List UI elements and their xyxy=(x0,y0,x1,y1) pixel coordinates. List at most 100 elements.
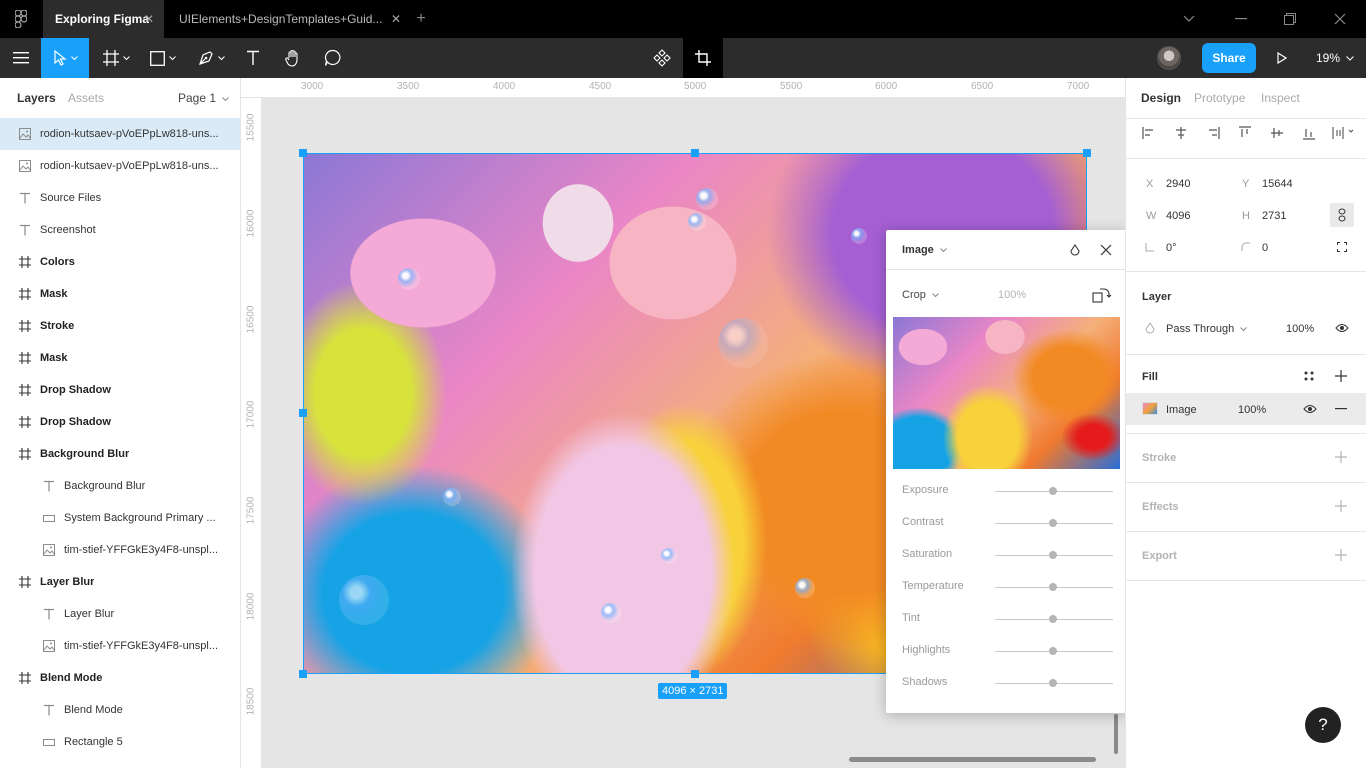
rotation-input[interactable]: 0° xyxy=(1166,242,1177,254)
independent-corners-icon[interactable] xyxy=(1336,241,1348,253)
close-icon[interactable] xyxy=(1099,243,1113,257)
eye-icon[interactable] xyxy=(1334,321,1350,335)
layer-item[interactable]: Background Blur xyxy=(0,470,240,502)
tab-inspect[interactable]: Inspect xyxy=(1261,91,1300,105)
align-right-icon[interactable] xyxy=(1206,126,1220,140)
horizontal-scrollbar[interactable] xyxy=(849,757,1096,762)
corner-radius-input[interactable]: 0 xyxy=(1262,242,1268,254)
layer-item[interactable]: Layer Blur xyxy=(0,598,240,630)
close-icon[interactable]: ✕ xyxy=(391,12,401,26)
layer-item[interactable]: tim-stief-YFFGkE3y4F8-unspl... xyxy=(0,630,240,662)
layer-item[interactable]: Stroke xyxy=(0,310,240,342)
layer-item[interactable]: Drop Shadow xyxy=(0,406,240,438)
resize-handle[interactable] xyxy=(299,670,307,678)
layer-item[interactable]: Colors xyxy=(0,246,240,278)
fill-opacity[interactable]: 100% xyxy=(1238,404,1266,416)
layer-item[interactable]: Blend Mode xyxy=(0,694,240,726)
share-button[interactable]: Share xyxy=(1202,43,1256,73)
image-thumbnail[interactable] xyxy=(893,317,1120,469)
layer-item[interactable]: rodion-kutsaev-pVoEPpLw818-uns... xyxy=(0,150,240,182)
slider-knob[interactable] xyxy=(1049,551,1057,559)
slider-knob[interactable] xyxy=(1049,583,1057,591)
remove-fill-icon[interactable] xyxy=(1334,402,1348,416)
style-icon[interactable] xyxy=(1068,243,1082,257)
close-window-icon[interactable] xyxy=(1316,0,1364,38)
resize-handle[interactable] xyxy=(1083,149,1091,157)
layer-item[interactable]: System Background Primary ... xyxy=(0,502,240,534)
slider-knob[interactable] xyxy=(1049,519,1057,527)
pen-tool[interactable] xyxy=(190,38,232,78)
frame-tool[interactable] xyxy=(95,38,137,78)
ruler-label: 4000 xyxy=(493,81,516,92)
help-button[interactable]: ? xyxy=(1305,707,1341,743)
chevron-down-icon[interactable] xyxy=(1165,0,1213,38)
rotate-icon[interactable] xyxy=(1091,285,1113,305)
hand-tool[interactable] xyxy=(277,38,309,78)
close-icon[interactable]: ✕ xyxy=(144,12,154,26)
resize-handle[interactable] xyxy=(691,149,699,157)
tab-prototype[interactable]: Prototype xyxy=(1194,91,1245,105)
x-input[interactable]: 2940 xyxy=(1166,178,1190,190)
image-type-dropdown[interactable]: Image xyxy=(902,244,947,256)
tab-layers[interactable]: Layers xyxy=(17,91,56,105)
text-tool[interactable] xyxy=(238,38,268,78)
minimize-icon[interactable] xyxy=(1217,0,1265,38)
add-effect-icon[interactable] xyxy=(1334,499,1348,513)
layer-item[interactable]: Drop Shadow xyxy=(0,374,240,406)
add-stroke-icon[interactable] xyxy=(1334,450,1348,464)
layer-item[interactable]: Background Blur xyxy=(0,438,240,470)
zoom-dropdown[interactable]: 19% xyxy=(1316,38,1354,78)
main-menu-icon[interactable] xyxy=(0,38,41,78)
h-input[interactable]: 2731 xyxy=(1262,210,1286,222)
slider-knob[interactable] xyxy=(1049,615,1057,623)
w-input[interactable]: 4096 xyxy=(1166,210,1190,222)
slider-knob[interactable] xyxy=(1049,647,1057,655)
resize-handle[interactable] xyxy=(691,670,699,678)
distribute-icon[interactable] xyxy=(1332,126,1354,140)
tab-assets[interactable]: Assets xyxy=(68,91,104,105)
align-left-icon[interactable] xyxy=(1142,126,1156,140)
blend-mode-dropdown[interactable]: Pass Through xyxy=(1166,323,1248,335)
layer-item[interactable]: Layer Blur xyxy=(0,566,240,598)
new-tab-button[interactable]: + xyxy=(410,0,432,38)
comment-tool[interactable] xyxy=(317,38,349,78)
y-input[interactable]: 15644 xyxy=(1262,178,1293,190)
add-fill-icon[interactable] xyxy=(1334,369,1348,383)
styles-grid-icon[interactable] xyxy=(1302,369,1316,383)
restore-icon[interactable] xyxy=(1266,0,1314,38)
constrain-proportions-icon[interactable] xyxy=(1330,203,1354,227)
image-fill-swatch[interactable] xyxy=(1142,402,1158,415)
move-tool[interactable] xyxy=(41,38,89,78)
align-top-icon[interactable] xyxy=(1238,126,1252,140)
add-export-icon[interactable] xyxy=(1334,548,1348,562)
components-tool[interactable] xyxy=(641,38,683,78)
crop-tool[interactable] xyxy=(683,38,723,78)
figma-menu-icon[interactable] xyxy=(0,0,42,38)
eye-icon[interactable] xyxy=(1302,402,1318,416)
crop-mode-dropdown[interactable]: Crop xyxy=(902,289,939,301)
slider-knob[interactable] xyxy=(1049,487,1057,495)
layer-item[interactable]: Mask xyxy=(0,342,240,374)
rectangle-tool[interactable] xyxy=(142,38,184,78)
tab-exploring-figma[interactable]: Exploring Figma ✕ xyxy=(43,0,164,38)
layer-item[interactable]: rodion-kutsaev-pVoEPpLw818-uns... xyxy=(0,118,240,150)
layer-opacity[interactable]: 100% xyxy=(1286,323,1314,335)
align-center-h-icon[interactable] xyxy=(1174,126,1188,140)
resize-handle[interactable] xyxy=(299,409,307,417)
vertical-scrollbar[interactable] xyxy=(1114,714,1118,754)
layer-item[interactable]: Rectangle 5 xyxy=(0,726,240,758)
resize-handle[interactable] xyxy=(299,149,307,157)
tab-design[interactable]: Design xyxy=(1141,91,1181,105)
avatar[interactable] xyxy=(1157,46,1181,70)
layer-item[interactable]: Mask xyxy=(0,278,240,310)
layer-item[interactable]: Screenshot xyxy=(0,214,240,246)
tab-uielements[interactable]: UIElements+DesignTemplates+Guid... ✕ xyxy=(167,0,407,38)
layer-item[interactable]: Source Files xyxy=(0,182,240,214)
page-selector[interactable]: Page 1 xyxy=(178,91,230,105)
align-center-v-icon[interactable] xyxy=(1270,126,1284,140)
layer-item[interactable]: Blend Mode xyxy=(0,662,240,694)
align-bottom-icon[interactable] xyxy=(1302,126,1316,140)
layer-item[interactable]: tim-stief-YFFGkE3y4F8-unspl... xyxy=(0,534,240,566)
slider-knob[interactable] xyxy=(1049,679,1057,687)
present-button[interactable] xyxy=(1268,38,1296,78)
